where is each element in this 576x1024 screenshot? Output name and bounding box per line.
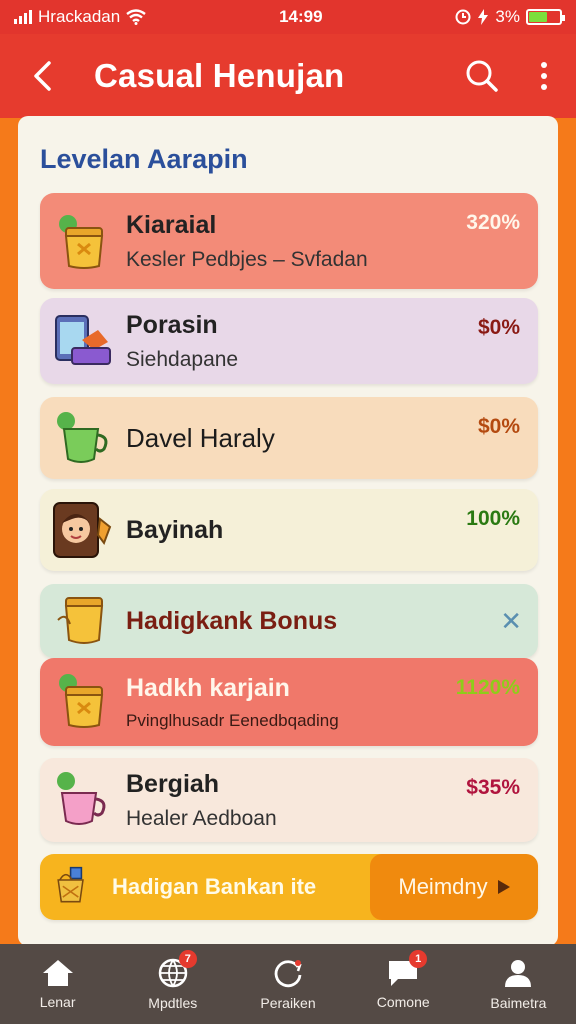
content-card: Levelan Aarapin Kiaraial Kesler Pedbjes … xyxy=(18,116,558,946)
honey-pot-icon xyxy=(57,597,104,644)
play-icon xyxy=(497,880,510,894)
item-texts: Bergiah Healer Aedboan xyxy=(126,770,520,831)
clock: 14:99 xyxy=(279,7,323,26)
alarm-icon xyxy=(455,9,471,25)
more-vertical-icon xyxy=(541,62,547,90)
item-texts: Hadigkank Bonus xyxy=(126,607,520,636)
item-subtitle: Healer Aedboan xyxy=(126,806,277,830)
carrier-name: Hrackadan xyxy=(38,7,121,26)
item-texts: Kiaraial Kesler Pedbjes – Svfadan xyxy=(126,211,520,272)
honey-pot-icon xyxy=(59,674,104,728)
search-icon xyxy=(466,60,498,92)
nav-item-comone[interactable]: 1 Comone xyxy=(346,944,461,1024)
nav-item-mpdtles[interactable]: 7 Mpdtles xyxy=(115,944,230,1024)
girl-avatar-icon xyxy=(53,502,112,558)
battery-percent: 3% xyxy=(495,7,520,26)
nav-label: Mpdtles xyxy=(148,995,198,1011)
list-item[interactable]: Bayinah 100% xyxy=(40,489,538,571)
item-texts: Bayinah xyxy=(126,516,520,545)
item-percent: 1120% xyxy=(455,676,520,699)
bonus-banner[interactable]: Hadigkank Bonus ✕ xyxy=(40,584,538,658)
item-subtitle: Pvinglhusadr Eenedbqading xyxy=(126,710,339,730)
nav-label: Comone xyxy=(376,994,430,1010)
item-percent: 100% xyxy=(466,507,520,530)
list-item[interactable]: Porasin Siehdapane $0% xyxy=(40,298,538,384)
item-subtitle: Kesler Pedbjes – Svfadan xyxy=(126,247,368,271)
item-percent: 320% xyxy=(466,211,520,234)
item-name: Kiaraial xyxy=(126,210,217,239)
nav-item-home[interactable]: Lenar xyxy=(0,944,115,1024)
item-percent: $0% xyxy=(477,415,520,438)
wifi-icon xyxy=(126,9,146,25)
notification-badge: 7 xyxy=(178,950,197,968)
tablet-gift-icon xyxy=(55,315,111,365)
refresh-icon xyxy=(274,960,302,988)
close-button[interactable]: ✕ xyxy=(500,606,522,637)
person-icon xyxy=(505,960,532,987)
item-name: Bayinah xyxy=(126,515,224,544)
item-texts: Davel Haraly xyxy=(126,423,520,454)
more-button[interactable] xyxy=(534,56,554,96)
promo-banner[interactable]: Hadigan Bankan ite Meimdny xyxy=(40,854,538,920)
list-item[interactable]: Davel Haraly $0% xyxy=(40,397,538,479)
list-item[interactable]: Bergiah Healer Aedboan $35% xyxy=(40,758,538,842)
item-name: Hadigkank Bonus xyxy=(126,606,338,635)
item-name: Davel Haraly xyxy=(126,422,275,453)
nav-label: Peraiken xyxy=(260,995,316,1011)
back-button[interactable] xyxy=(22,56,62,96)
status-right: 3% xyxy=(455,7,565,27)
nav-item-baimetra[interactable]: Baimetra xyxy=(461,944,576,1024)
chevron-left-icon xyxy=(34,61,51,91)
list-item[interactable]: Hadkh karjain Pvinglhusadr Eenedbqading … xyxy=(40,658,538,746)
status-bar: Hrackadan 14:99 3% xyxy=(0,0,576,34)
nav-label: Lenar xyxy=(39,994,76,1010)
list-item[interactable]: Kiaraial Kesler Pedbjes – Svfadan 320% xyxy=(40,193,538,289)
gift-basket-icon xyxy=(57,866,84,903)
bottom-nav: Lenar 7 Mpdtles Peraiken 1 Comone Baimet… xyxy=(0,944,576,1024)
pink-teapot-icon xyxy=(57,772,106,825)
section-title: Levelan Aarapin xyxy=(40,144,248,174)
signal-icon xyxy=(14,10,32,24)
item-percent: $0% xyxy=(477,316,520,339)
home-icon xyxy=(42,960,73,986)
search-button[interactable] xyxy=(462,56,502,96)
bolt-icon xyxy=(478,9,489,25)
battery-icon xyxy=(526,9,565,25)
green-teapot-icon xyxy=(57,412,108,463)
item-subtitle: Siehdapane xyxy=(126,347,239,371)
item-texts: Porasin Siehdapane xyxy=(126,311,520,372)
item-name: Porasin xyxy=(126,310,218,339)
item-name: Bergiah xyxy=(126,769,220,798)
promo-button[interactable]: Meimdny xyxy=(370,854,538,920)
promo-button-label: Meimdny xyxy=(398,874,488,899)
notification-badge: 1 xyxy=(409,950,428,968)
honey-pot-icon xyxy=(59,215,104,269)
nav-item-peraiken[interactable]: Peraiken xyxy=(230,944,345,1024)
app-bar: Casual Henujan xyxy=(0,34,576,118)
item-percent: $35% xyxy=(466,776,520,799)
page-title: Casual Henujan xyxy=(94,57,345,94)
status-left: Hrackadan xyxy=(14,7,146,27)
nav-label: Baimetra xyxy=(490,995,547,1011)
